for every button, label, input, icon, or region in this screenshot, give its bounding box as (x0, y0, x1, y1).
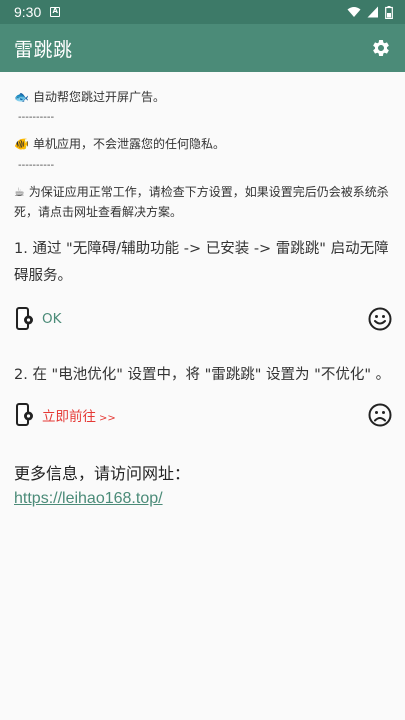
info-line-2: 🐠 单机应用，不会泄露您的任何隐私。 (14, 134, 394, 154)
separator-2: ---------- (18, 160, 55, 171)
status-time: 9:30 (14, 4, 42, 20)
settings-button[interactable] (369, 36, 393, 60)
phone-settings-icon (16, 307, 36, 331)
smile-icon (367, 306, 393, 332)
info-line-3: ☕ 为保证应用正常工作，请检查下方设置，如果设置完后仍会被系统杀死，请点击网址查看… (14, 182, 394, 222)
phone-settings-icon (16, 403, 36, 427)
fish-icon: 🐟 (14, 90, 29, 104)
accessibility-status-text[interactable]: OK (42, 311, 61, 327)
info-line-1: 🐟 自动帮您跳过开屏广告。 (14, 87, 394, 107)
step-1-text: 1. 通过 "无障碍/辅助功能 -> 已安装 -> 雷跳跳" 启动无障碍服务。 (14, 241, 389, 284)
coffee-icon: ☕ (14, 185, 25, 199)
frown-icon (367, 402, 393, 428)
accessibility-status-row[interactable]: OK (16, 304, 393, 334)
website-link[interactable]: https://leihao168.top/ (14, 490, 163, 508)
info-line-2-text: 单机应用，不会泄露您的任何隐私。 (32, 137, 225, 151)
gear-icon (373, 39, 389, 56)
app-title: 雷跳跳 (14, 38, 73, 61)
separator-1: ---------- (18, 112, 55, 123)
status-icons (347, 5, 393, 19)
battery-icon (385, 5, 393, 19)
notification-icon: A (50, 7, 61, 17)
wifi-icon (347, 7, 361, 17)
battery-opt-status-row[interactable]: 立即前往 >> (16, 400, 393, 430)
go-now-arrow: >> (99, 413, 116, 424)
go-now-label: 立即前往 (42, 409, 96, 425)
signal-icon (367, 6, 378, 18)
info-line-1-text: 自动帮您跳过开屏广告。 (32, 90, 165, 104)
more-info-label: 更多信息，请访问网址： (14, 464, 191, 483)
app-bar: 雷跳跳 (0, 24, 405, 72)
go-now-link[interactable]: 立即前往 >> (42, 405, 116, 425)
step-2-text: 2. 在 "电池优化" 设置中，将 "雷跳跳" 设置为 "不优化" 。 (14, 367, 391, 383)
tropical-fish-icon: 🐠 (14, 137, 29, 151)
info-line-3-text: 为保证应用正常工作，请检查下方设置，如果设置完后仍会被系统杀死，请点击网址查看解… (14, 185, 389, 219)
status-bar: 9:30 A (0, 0, 405, 24)
